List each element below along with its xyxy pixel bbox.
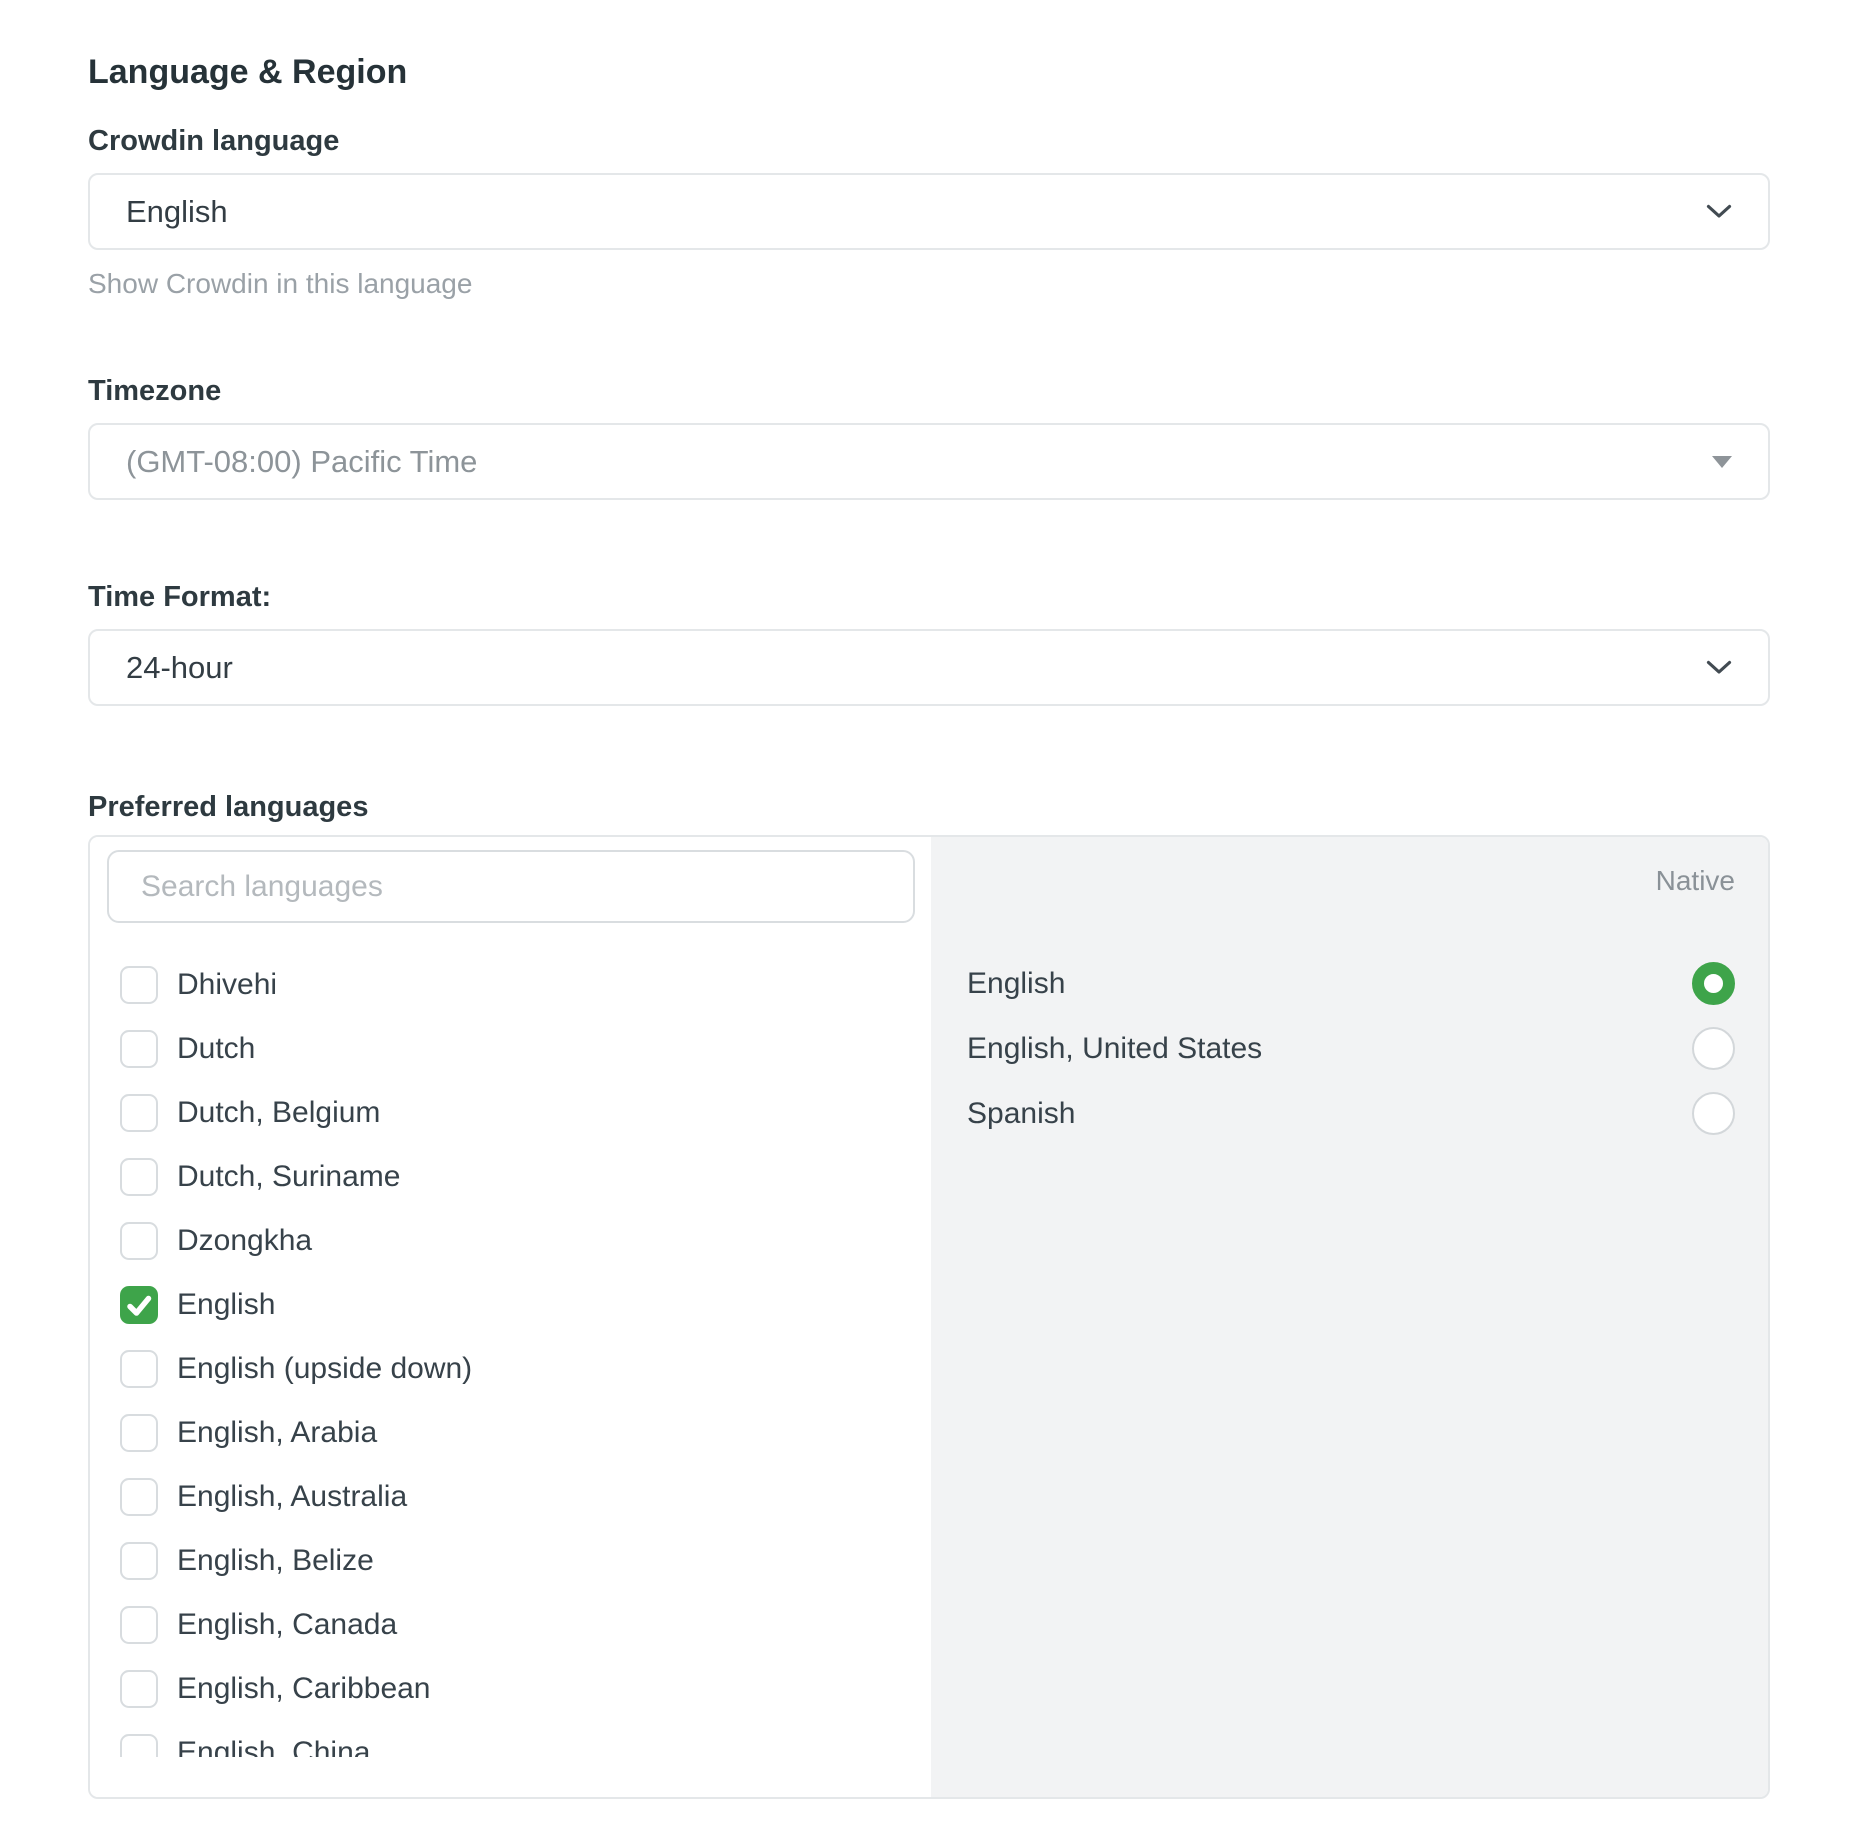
timezone-label: Timezone [88,373,1770,409]
checkbox-unchecked-icon[interactable] [120,1606,158,1644]
timezone-value: (GMT-08:00) Pacific Time [126,444,1712,480]
checkbox-unchecked-icon[interactable] [120,1158,158,1196]
language-row-label: English, China [177,1736,370,1757]
radio-unselected-icon[interactable] [1692,1092,1735,1135]
native-language-column: Native English English, United States Sp… [931,837,1768,1797]
language-row-label: English, Arabia [177,1416,377,1450]
native-option-spanish[interactable]: Spanish [967,1081,1735,1146]
language-row-english-australia[interactable]: English, Australia [120,1465,915,1529]
settings-page: Language & Region Crowdin language Engli… [0,0,1873,1838]
language-row-label: Dutch, Suriname [177,1160,400,1194]
crowdin-language-helper: Show Crowdin in this language [88,267,1770,301]
timezone-select[interactable]: (GMT-08:00) Pacific Time [88,423,1770,500]
language-row-label: English, Australia [177,1480,407,1514]
native-option-label: Spanish [967,1097,1075,1131]
checkbox-checked-icon[interactable] [120,1286,158,1324]
search-languages-input[interactable] [107,850,915,923]
language-row-label: English, Canada [177,1608,397,1642]
language-row-label: Dhivehi [177,968,277,1002]
language-row-english-canada[interactable]: English, Canada [120,1593,915,1657]
time-format-value: 24-hour [126,650,1706,686]
time-format-select[interactable]: 24-hour [88,629,1770,706]
native-option-english-united-states[interactable]: English, United States [967,1016,1735,1081]
checkbox-unchecked-icon[interactable] [120,1094,158,1132]
native-column-header: Native [967,865,1735,905]
checkbox-unchecked-icon[interactable] [120,966,158,1004]
language-row-english-china[interactable]: English, China [120,1721,915,1757]
radio-unselected-icon[interactable] [1692,1027,1735,1070]
page-title: Language & Region [88,50,1770,94]
checkbox-unchecked-icon[interactable] [120,1350,158,1388]
language-row-label: English (upside down) [177,1352,472,1386]
language-row-dutch[interactable]: Dutch [120,1017,915,1081]
native-option-label: English [967,967,1065,1001]
language-row-english-upside-down[interactable]: English (upside down) [120,1337,915,1401]
preferred-languages-panel: Dhivehi Dutch Dutch, Belgium Dutch, Suri… [88,835,1770,1799]
caret-down-icon [1712,456,1732,468]
checkbox-unchecked-icon[interactable] [120,1734,158,1757]
language-search-column: Dhivehi Dutch Dutch, Belgium Dutch, Suri… [90,837,931,1797]
language-row-label: Dzongkha [177,1224,312,1258]
language-row-dzongkha[interactable]: Dzongkha [120,1209,915,1273]
language-row-label: Dutch, Belgium [177,1096,380,1130]
chevron-down-icon [1706,660,1732,675]
language-checkbox-list[interactable]: Dhivehi Dutch Dutch, Belgium Dutch, Suri… [120,953,915,1757]
checkbox-unchecked-icon[interactable] [120,1542,158,1580]
language-row-english-arabia[interactable]: English, Arabia [120,1401,915,1465]
language-region-section: Language & Region Crowdin language Engli… [88,0,1770,1799]
language-row-dutch-suriname[interactable]: Dutch, Suriname [120,1145,915,1209]
preferred-languages-label: Preferred languages [88,789,1770,825]
language-row-dutch-belgium[interactable]: Dutch, Belgium [120,1081,915,1145]
radio-selected-icon[interactable] [1692,962,1735,1005]
language-row-label: English, Caribbean [177,1672,431,1706]
language-row-english[interactable]: English [120,1273,915,1337]
checkbox-unchecked-icon[interactable] [120,1222,158,1260]
language-row-label: English, Belize [177,1544,374,1578]
time-format-label: Time Format: [88,579,1770,615]
checkbox-unchecked-icon[interactable] [120,1478,158,1516]
language-row-label: English [177,1288,275,1322]
language-row-english-belize[interactable]: English, Belize [120,1529,915,1593]
checkbox-unchecked-icon[interactable] [120,1414,158,1452]
native-option-label: English, United States [967,1032,1262,1066]
crowdin-language-label: Crowdin language [88,123,1770,159]
check-icon [120,1286,158,1324]
checkbox-unchecked-icon[interactable] [120,1030,158,1068]
language-row-dhivehi[interactable]: Dhivehi [120,953,915,1017]
chevron-down-icon [1706,204,1732,219]
checkbox-unchecked-icon[interactable] [120,1670,158,1708]
language-row-english-caribbean[interactable]: English, Caribbean [120,1657,915,1721]
native-option-english[interactable]: English [967,951,1735,1016]
crowdin-language-select[interactable]: English [88,173,1770,250]
crowdin-language-value: English [126,194,1706,230]
language-row-label: Dutch [177,1032,255,1066]
